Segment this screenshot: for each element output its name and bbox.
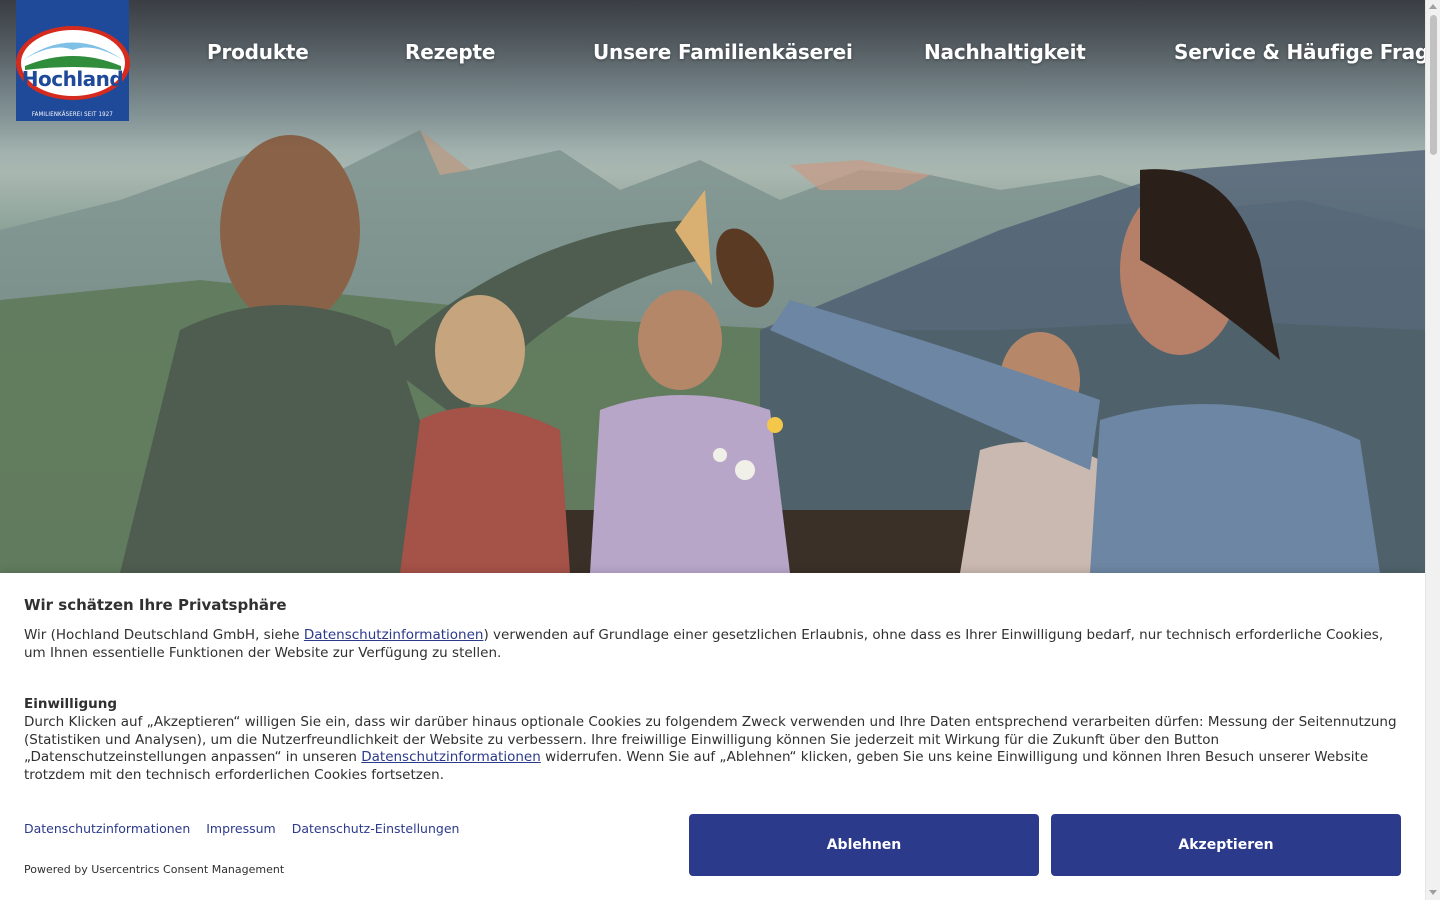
privacy-info-link-2[interactable]: Datenschutzinformationen [361,749,541,765]
nav-item-nachhaltigkeit[interactable]: Nachhaltigkeit [924,40,1086,64]
nav-item-familienkaeserei[interactable]: Unsere Familienkäserei [593,40,853,64]
powered-by: Powered by Usercentrics Consent Manageme… [24,863,285,876]
footer-link-datenschutz-einstellungen[interactable]: Datenschutz-Einstellungen [292,821,460,836]
nav-item-service[interactable]: Service & Häufige Fragen [1174,40,1440,64]
footer-link-datenschutz[interactable]: Datenschutzinformationen [24,821,190,836]
page-scrollbar[interactable] [1425,0,1440,900]
consent-heading: Einwilligung [24,696,117,712]
deny-button[interactable]: Ablehnen [689,814,1039,876]
scroll-up-icon[interactable] [1429,4,1437,9]
accept-button[interactable]: Akzeptieren [1051,814,1401,876]
logo-wordmark: Hochland [21,67,124,91]
logo-tagline: FAMILIENKÄSEREI SEIT 1927 [31,111,114,118]
hero-image [0,0,1425,573]
scroll-down-icon[interactable] [1429,890,1437,895]
nav-item-produkte[interactable]: Produkte [207,40,309,64]
cookie-consent-banner: Wir schätzen Ihre Privatsphäre Wir (Hoch… [0,573,1425,900]
footer-link-impressum[interactable]: Impressum [206,821,275,836]
main-nav: Produkte Rezepte Unsere Familienkäserei … [0,40,1440,70]
consent-footer-links: Datenschutzinformationen Impressum Daten… [24,821,471,836]
nav-item-rezepte[interactable]: Rezepte [405,40,495,64]
consent-title: Wir schätzen Ihre Privatsphäre [24,596,287,614]
consent-body: Durch Klicken auf „Akzeptieren“ willigen… [24,714,1404,784]
scrollbar-thumb[interactable] [1430,15,1437,155]
consent-intro: Wir (Hochland Deutschland GmbH, siehe Da… [24,626,1404,662]
consent-intro-text: Wir (Hochland Deutschland GmbH, siehe [24,627,304,643]
privacy-info-link[interactable]: Datenschutzinformationen [304,627,484,643]
